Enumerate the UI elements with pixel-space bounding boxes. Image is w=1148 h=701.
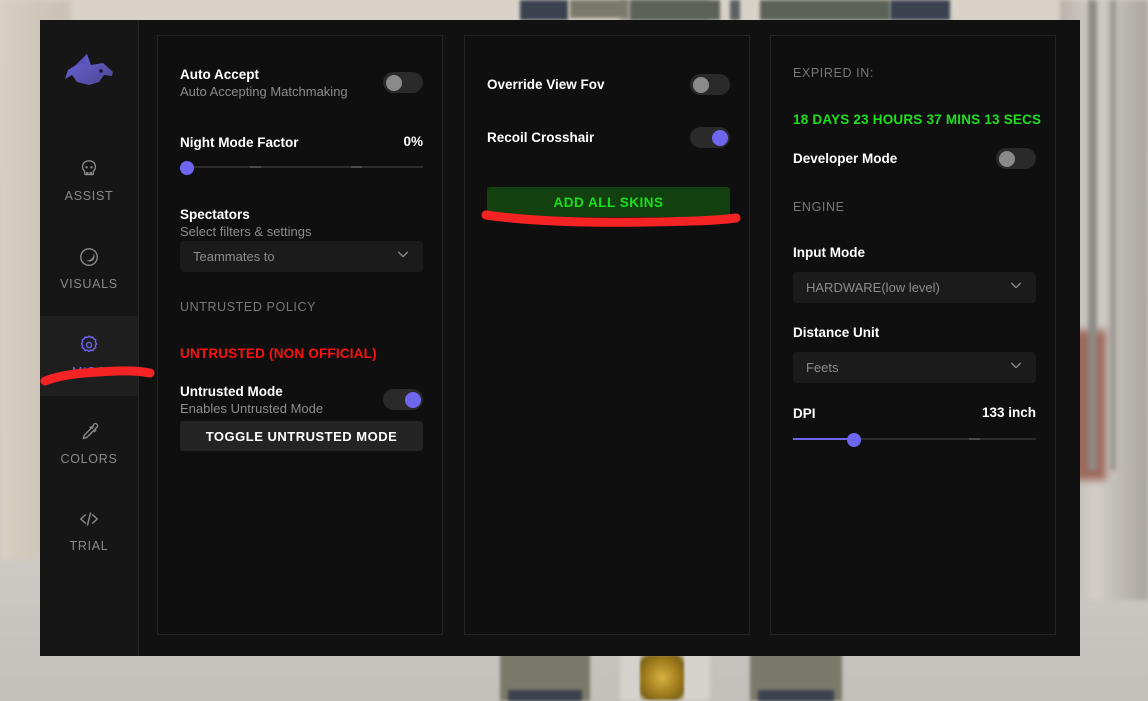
setting-title: Untrusted Mode — [180, 384, 283, 399]
button-label: TOGGLE UNTRUSTED MODE — [205, 428, 398, 444]
sidebar-item-misc[interactable]: MISC — [40, 316, 138, 396]
setting-night-mode-factor: Night Mode Factor 0% — [180, 134, 423, 151]
setting-override-view-fov: Override View Fov — [487, 74, 730, 95]
chevron-down-icon — [1009, 358, 1023, 377]
setting-subtitle: Select filters & settings — [180, 224, 312, 239]
background-emblem — [640, 655, 684, 700]
background-rail — [1088, 0, 1097, 470]
background-figure — [890, 0, 950, 20]
sidebar-item-label: COLORS — [60, 451, 118, 466]
untrusted-mode-toggle[interactable] — [383, 389, 423, 410]
slider-fill — [793, 438, 854, 440]
setting-title: Spectators — [180, 207, 250, 222]
slider-tick — [969, 438, 980, 440]
background-figure — [760, 0, 890, 20]
night-mode-factor-slider[interactable] — [180, 158, 423, 176]
toggle-knob — [998, 150, 1015, 167]
untrusted-status-text: UNTRUSTED (NON OFFICIAL) — [180, 346, 377, 361]
slider-thumb[interactable] — [847, 432, 861, 447]
chevron-down-icon — [1009, 278, 1023, 297]
toggle-untrusted-mode-button[interactable]: TOGGLE UNTRUSTED MODE — [180, 421, 423, 451]
sidebar-item-colors[interactable]: COLORS — [40, 403, 138, 483]
setting-developer-mode: Developer Mode — [793, 148, 1036, 169]
spectators-select[interactable]: Teammates to — [180, 241, 423, 272]
slider-thumb[interactable] — [180, 160, 194, 175]
override-view-fov-toggle[interactable] — [690, 74, 730, 95]
sidebar-item-label: MISC — [71, 364, 107, 379]
cheat-menu-window: ASSIST VISUALS MISC COLORS TRIAL Auto Ac… — [40, 20, 1080, 656]
toggle-knob — [711, 129, 728, 146]
toggle-knob — [692, 76, 709, 93]
setting-title: Auto Accept — [180, 67, 260, 82]
eyedropper-icon — [78, 421, 100, 443]
setting-title: Developer Mode — [793, 151, 898, 166]
distance-unit-label: Distance Unit — [793, 325, 880, 340]
setting-value: 133 inch — [981, 405, 1036, 420]
input-mode-select[interactable]: HARDWARE(low level) — [793, 272, 1036, 303]
moon-circle-icon — [78, 246, 100, 268]
toggle-knob — [385, 74, 402, 91]
expired-in-value: 18 DAYS 23 HOURS 37 MINS 13 SECS — [793, 112, 1042, 127]
setting-recoil-crosshair: Recoil Crosshair — [487, 127, 730, 148]
background-rail — [1110, 0, 1116, 470]
background-figure — [630, 0, 720, 20]
select-value: HARDWARE(low level) — [806, 280, 940, 295]
background-figure — [570, 0, 628, 18]
sidebar-item-assist[interactable]: ASSIST — [40, 140, 138, 220]
slider-tick — [351, 166, 362, 168]
auto-accept-toggle[interactable] — [383, 72, 423, 93]
input-mode-label: Input Mode — [793, 245, 865, 260]
add-all-skins-button[interactable]: ADD ALL SKINS — [487, 187, 730, 217]
setting-subtitle: Auto Accepting Matchmaking — [180, 84, 348, 99]
distance-unit-select[interactable]: Feets — [793, 352, 1036, 383]
engine-header: ENGINE — [793, 200, 845, 214]
sidebar-item-trial[interactable]: TRIAL — [40, 490, 138, 570]
code-icon — [77, 508, 101, 530]
dpi-slider[interactable] — [793, 430, 1036, 448]
slider-track — [180, 166, 423, 168]
select-value: Feets — [806, 360, 839, 375]
setting-value: 0% — [403, 134, 423, 149]
sidebar-item-visuals[interactable]: VISUALS — [40, 228, 138, 308]
panel-weapon: Override View Fov Recoil Crosshair ADD A… — [464, 35, 750, 635]
setting-title: DPI — [793, 406, 816, 421]
background-figure — [758, 690, 834, 701]
sidebar-item-label: VISUALS — [60, 276, 118, 291]
background-figure — [508, 690, 582, 701]
setting-spectators: Spectators Select filters & settings — [180, 206, 423, 240]
sidebar-item-label: ASSIST — [64, 188, 114, 203]
skull-icon — [78, 158, 100, 180]
setting-subtitle: Enables Untrusted Mode — [180, 401, 324, 416]
button-label: ADD ALL SKINS — [553, 194, 664, 210]
setting-title: Recoil Crosshair — [487, 130, 595, 145]
background-figure — [520, 0, 568, 20]
recoil-crosshair-toggle[interactable] — [690, 127, 730, 148]
expired-in-header: EXPIRED IN: — [793, 66, 874, 80]
setting-auto-accept: Auto Accept Auto Accepting Matchmaking — [180, 66, 423, 100]
setting-title: Override View Fov — [487, 77, 605, 92]
developer-mode-toggle[interactable] — [996, 148, 1036, 169]
setting-untrusted-mode: Untrusted Mode Enables Untrusted Mode — [180, 383, 423, 417]
sidebar: ASSIST VISUALS MISC COLORS TRIAL — [40, 20, 139, 656]
background-figure — [730, 0, 740, 20]
wolf-head-logo-icon — [65, 54, 113, 85]
select-value: Teammates to — [193, 249, 275, 264]
gear-icon — [78, 334, 100, 356]
app-logo — [40, 42, 138, 102]
untrusted-policy-header: UNTRUSTED POLICY — [180, 300, 317, 314]
panel-engine: EXPIRED IN: 18 DAYS 23 HOURS 37 MINS 13 … — [770, 35, 1056, 635]
setting-title: Night Mode Factor — [180, 135, 299, 150]
setting-dpi: DPI 133 inch — [793, 405, 1036, 422]
slider-tick — [250, 166, 261, 168]
sidebar-item-label: TRIAL — [69, 538, 109, 553]
toggle-knob — [404, 391, 421, 408]
panel-general: Auto Accept Auto Accepting Matchmaking N… — [157, 35, 443, 635]
chevron-down-icon — [396, 247, 410, 266]
